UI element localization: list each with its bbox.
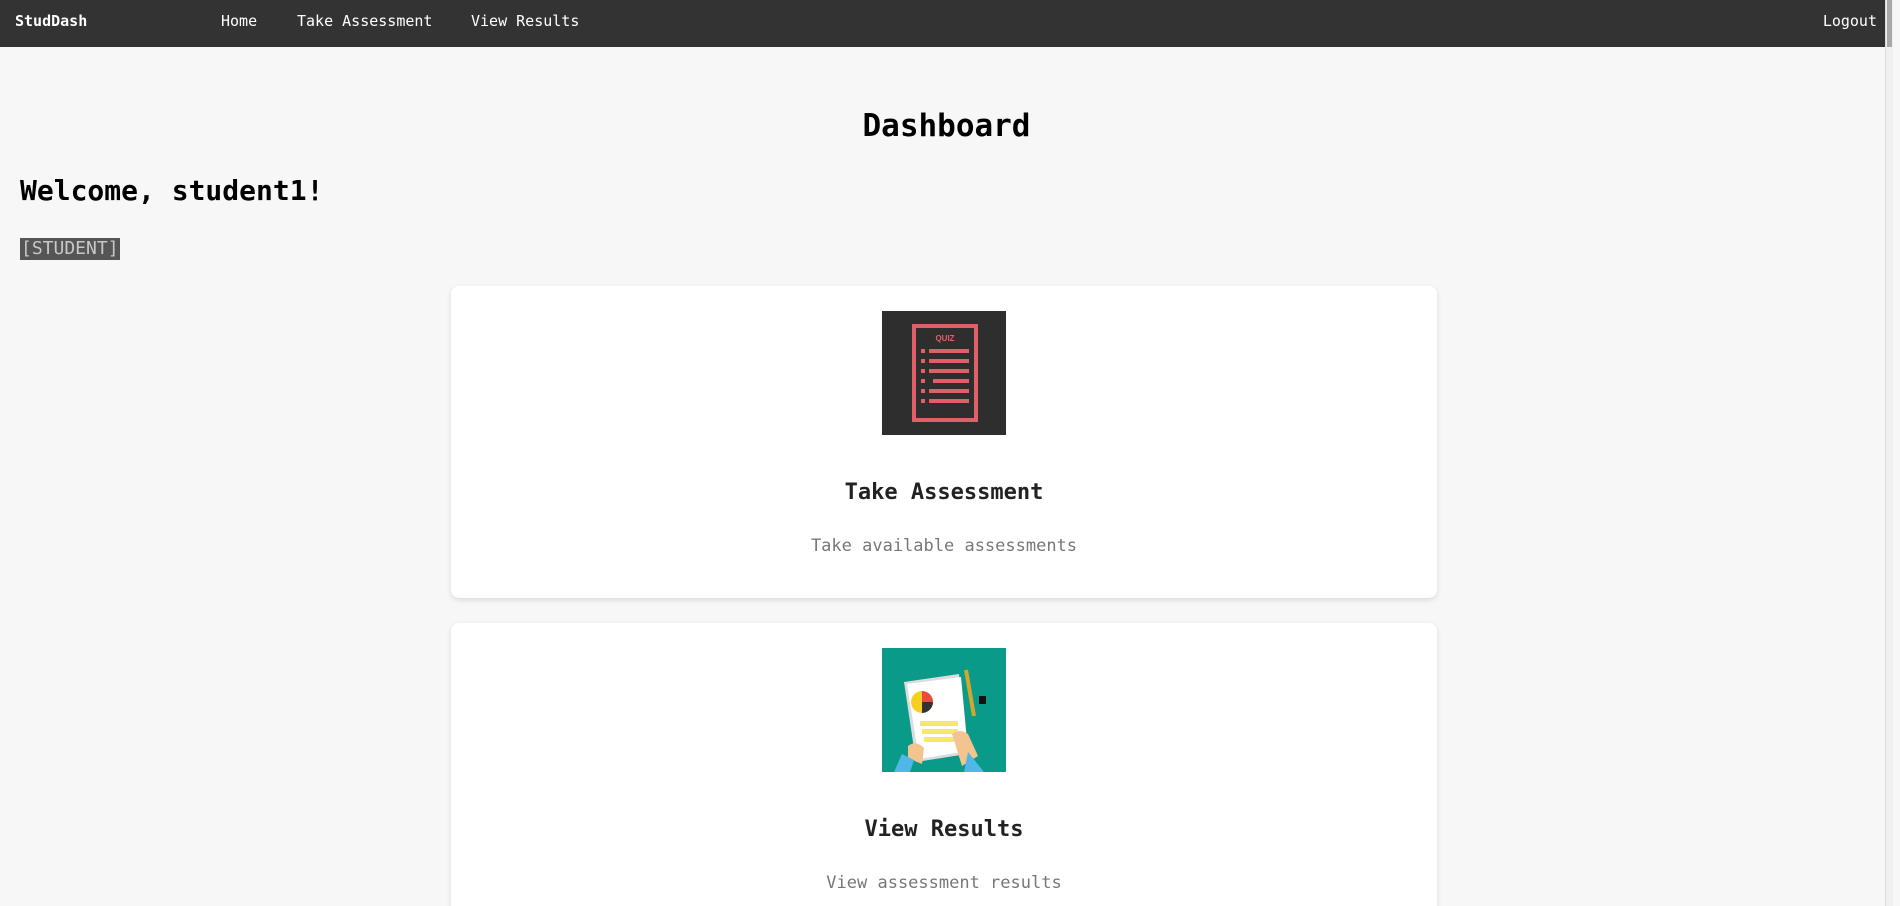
quiz-icon: QUIZ (882, 311, 1006, 435)
results-icon (882, 648, 1006, 772)
take-assessment-card[interactable]: QUIZ Take Assessment Take available asse… (451, 286, 1437, 598)
welcome-heading: Welcome, student1! (20, 174, 324, 207)
card-description: Take available assessments (810, 536, 1078, 556)
view-results-card[interactable]: View Results View assessment results (451, 623, 1437, 906)
nav-take-assessment-link[interactable]: Take Assessment (297, 0, 432, 42)
quiz-icon-label: QUIZ (935, 334, 954, 343)
card-title: Take Assessment (844, 480, 1044, 505)
nav-view-results-link[interactable]: View Results (471, 0, 579, 42)
card-description: View assessment results (826, 873, 1062, 893)
role-badge: [STUDENT] (20, 238, 120, 260)
page: StudDash Home Take Assessment View Resul… (0, 0, 1893, 906)
card-title: View Results (864, 817, 1024, 842)
brand-logo[interactable]: StudDash (15, 0, 87, 42)
page-scrollbar[interactable] (1885, 0, 1893, 906)
scrollbar-thumb[interactable] (1887, 0, 1892, 47)
nav-home-link[interactable]: Home (221, 0, 257, 42)
top-navbar: StudDash Home Take Assessment View Resul… (0, 0, 1893, 47)
logout-link[interactable]: Logout (1823, 0, 1877, 42)
page-title: Dashboard (862, 108, 1031, 144)
